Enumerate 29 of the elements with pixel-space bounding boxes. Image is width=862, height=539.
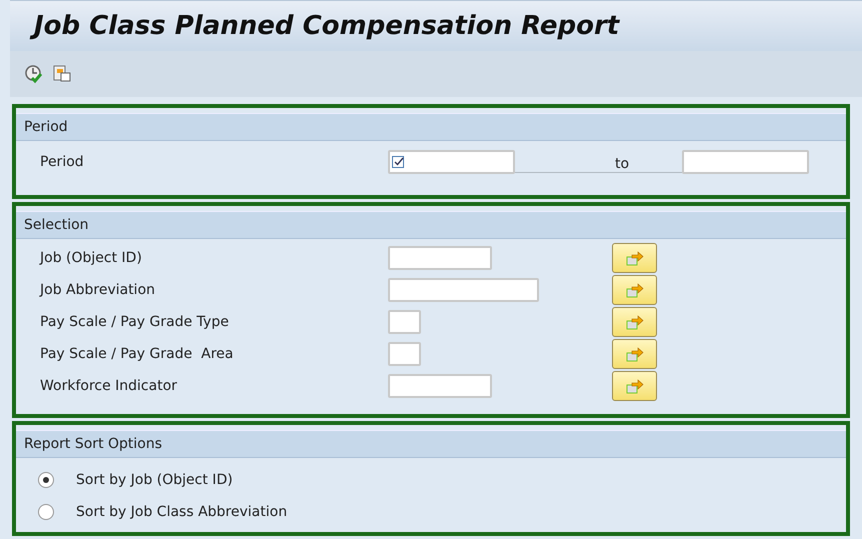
copy-icon[interactable] xyxy=(52,64,72,84)
radio-button[interactable] xyxy=(38,504,54,520)
field-label: Job Abbreviation xyxy=(38,282,156,298)
input-field[interactable] xyxy=(388,310,421,334)
field-label: Period xyxy=(39,154,85,170)
multiple-selection-button[interactable] xyxy=(612,275,657,305)
input-field[interactable] xyxy=(388,342,421,366)
field-label: Pay Scale / Pay Grade Type xyxy=(39,314,230,330)
window-title: Job Class Planned Compensation Report xyxy=(30,9,626,43)
radio-button[interactable] xyxy=(38,472,54,488)
option-label: Sort by Job Class Abbreviation xyxy=(76,504,288,520)
section-title: Period xyxy=(24,119,68,135)
section-title: Report Sort Options xyxy=(24,436,162,452)
section-title: Selection xyxy=(24,217,89,233)
input-field[interactable] xyxy=(388,278,539,302)
option-label: Sort by Job (Object ID) xyxy=(76,472,233,488)
multiple-selection-button[interactable] xyxy=(612,243,657,273)
input-field[interactable] xyxy=(388,374,492,398)
field-label: Workforce Indicator xyxy=(39,378,178,394)
input-field[interactable] xyxy=(682,150,809,174)
field-label: Job (Object ID) xyxy=(38,250,143,266)
field-label: Pay Scale / Pay Grade Area xyxy=(39,346,234,362)
input-field[interactable] xyxy=(388,150,515,174)
multiple-selection-button[interactable] xyxy=(612,339,657,369)
multiple-selection-button[interactable] xyxy=(612,307,657,337)
checkbox-icon xyxy=(392,156,405,168)
multiple-selection-button[interactable] xyxy=(612,371,657,401)
clock-check-icon[interactable] xyxy=(24,64,44,84)
input-field[interactable] xyxy=(388,246,492,270)
